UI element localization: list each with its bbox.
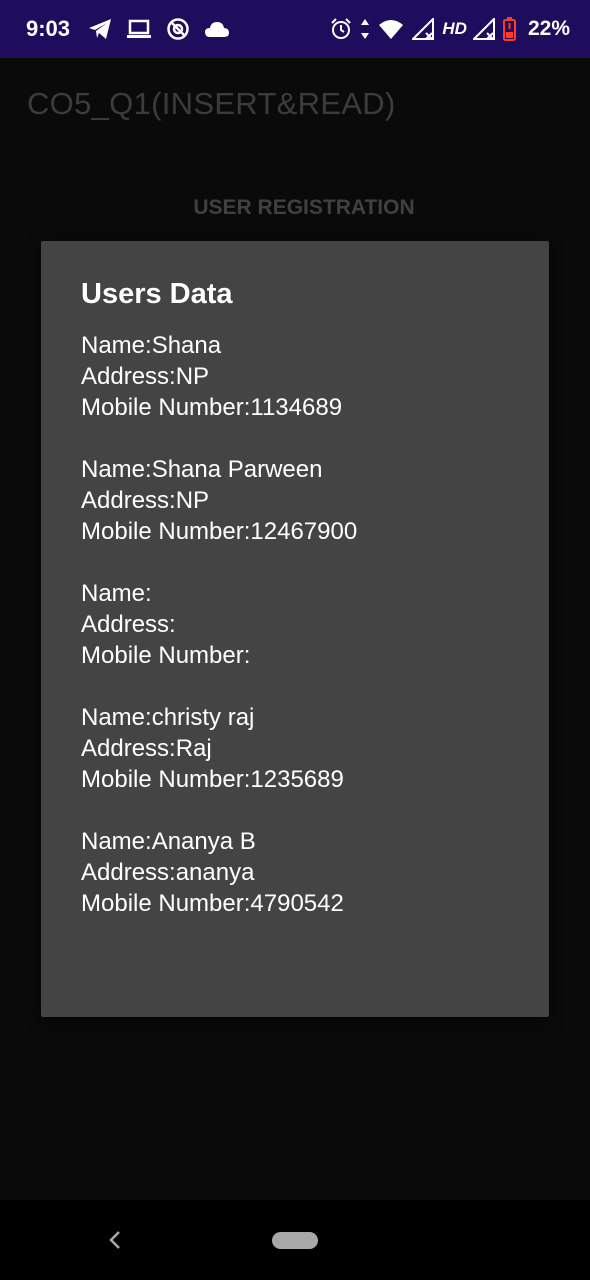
app-title: CO5_Q1(INSERT&READ)	[27, 86, 396, 121]
record-address: Address:NP	[81, 363, 210, 390]
alarm-icon	[330, 18, 352, 40]
record-name: Name:Shana	[81, 332, 222, 359]
record-mobile: Mobile Number:12467900	[81, 518, 358, 545]
navigation-bar	[0, 1200, 590, 1280]
record-mobile: Mobile Number:	[81, 642, 251, 669]
record-mobile: Mobile Number:1235689	[81, 766, 344, 793]
list-item: Name:Shana Parween Address:NP Mobile Numbe…	[81, 454, 509, 547]
record-name: Name:	[81, 580, 152, 607]
record-address: Address:Raj	[81, 735, 212, 762]
list-item: Name:Shana Address:NP Mobile Number:113468…	[81, 330, 509, 423]
users-data-dialog: Users Data Name:Shana Address:NP Mobile Nu…	[41, 241, 549, 1017]
record-name: Name:christy raj	[81, 704, 255, 731]
dialog-title: Users Data	[81, 278, 233, 310]
laptop-icon	[126, 19, 152, 39]
status-right: HD 22%	[330, 17, 570, 41]
network-type-label: HD	[442, 19, 467, 38]
home-pill[interactable]	[272, 1231, 318, 1249]
back-icon[interactable]	[100, 1222, 130, 1258]
telegram-icon	[88, 18, 112, 40]
record-address: Address:	[81, 611, 176, 638]
wifi-icon	[378, 18, 404, 40]
cloud-icon	[204, 20, 230, 38]
list-item: Name: Address: Mobile Number:	[81, 578, 509, 671]
record-mobile: Mobile Number:4790542	[81, 890, 344, 917]
screen: 9:03 HD 22% CO5_Q1(INSERT&READ) USER REG…	[0, 0, 590, 1280]
signal-icon	[472, 18, 495, 40]
record-address: Address:NP	[81, 487, 210, 514]
record-name: Name:Ananya B	[81, 828, 256, 855]
section-heading: USER REGISTRATION	[193, 196, 415, 219]
record-name: Name:Shana Parween	[81, 456, 323, 483]
records-list: Name:Shana Address:NP Mobile Number:113468…	[81, 330, 509, 919]
record-mobile: Mobile Number:1134689	[81, 394, 343, 421]
sync-icon	[166, 17, 190, 41]
battery-icon	[502, 17, 516, 41]
signal-icon	[412, 18, 435, 40]
status-left: 9:03	[26, 16, 244, 42]
record-address: Address:ananya	[81, 859, 255, 886]
list-item: Name:christy raj Address:Raj Mobile Number…	[81, 702, 509, 795]
status-time: 9:03	[26, 16, 71, 41]
data-arrows-icon	[360, 18, 370, 40]
battery-percent: 22%	[527, 17, 570, 40]
list-item: Name:Ananya B Address:ananya Mobile Number…	[81, 826, 509, 919]
status-bar: 9:03 HD 22%	[0, 0, 590, 58]
